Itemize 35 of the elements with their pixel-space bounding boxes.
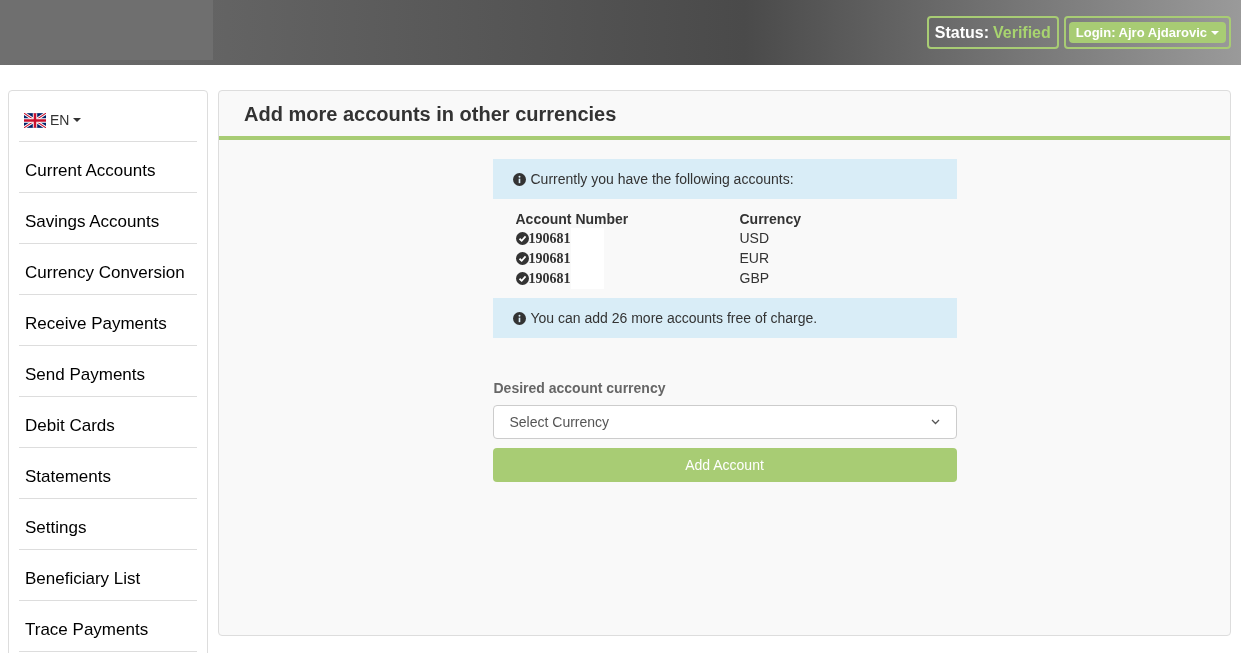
caret-icon xyxy=(1211,30,1219,35)
account-currency: USD xyxy=(739,229,771,248)
column-header: Account Number xyxy=(515,210,630,228)
account-number: 190681 xyxy=(528,270,571,288)
sidebar-link[interactable]: Statements xyxy=(19,448,197,499)
column-header: Currency xyxy=(739,210,802,228)
check-circle-icon xyxy=(515,272,529,285)
field-label: Desired account currency xyxy=(492,379,667,398)
sidebar-link[interactable]: Debit Cards xyxy=(19,397,197,448)
status-label: Status: xyxy=(934,22,989,43)
sidebar-link[interactable]: Beneficiary List xyxy=(19,550,197,601)
panel-title: Add more accounts in other currencies xyxy=(244,101,617,127)
sidebar-link[interactable]: Receive Payments xyxy=(19,295,197,346)
flag-icon xyxy=(24,112,46,128)
info-icon xyxy=(512,172,526,186)
account-currency: GBP xyxy=(739,269,771,288)
sidebar-link[interactable]: Savings Accounts xyxy=(19,193,197,244)
sidebar-link[interactable]: Trace Payments xyxy=(19,601,197,652)
info-icon xyxy=(512,311,526,325)
account-number: 190681 xyxy=(528,230,571,248)
info-text: You can add 26 more accounts free of charge. xyxy=(530,308,818,328)
chevron-down-icon xyxy=(930,419,940,425)
info-text: Currently you have the following accounts: xyxy=(530,169,794,189)
check-circle-icon xyxy=(515,252,529,265)
account-number: 190681 xyxy=(528,250,571,268)
status-value: Verified xyxy=(992,22,1051,43)
sidebar-link[interactable]: Settings xyxy=(19,499,197,550)
sidebar-link[interactable]: Send Payments xyxy=(19,346,197,397)
sidebar-link[interactable]: Currency Conversion xyxy=(19,244,197,295)
account-currency: EUR xyxy=(739,249,771,268)
sidebar-link[interactable]: Current Accounts xyxy=(19,142,197,193)
check-circle-icon xyxy=(515,232,529,245)
language-selector[interactable]: EN xyxy=(19,99,197,142)
currency-select[interactable]: Select Currency xyxy=(492,405,957,439)
caret-icon xyxy=(73,118,82,122)
